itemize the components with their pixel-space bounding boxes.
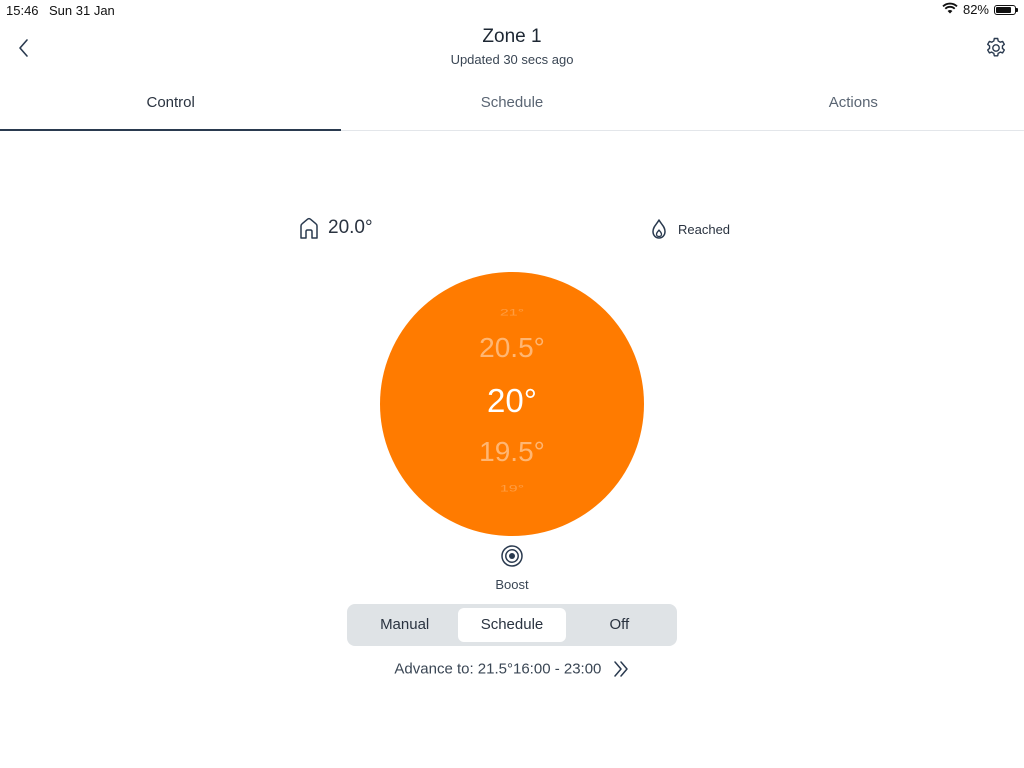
page-title: Zone 1 xyxy=(482,26,542,47)
current-temperature-value: 20.0° xyxy=(328,217,373,238)
last-updated-text: Updated 30 secs ago xyxy=(450,52,574,67)
mode-off-button[interactable]: Off xyxy=(566,608,673,642)
status-time: 15:46 xyxy=(6,3,39,18)
dial-option[interactable]: 19° xyxy=(380,484,644,495)
gear-icon xyxy=(987,37,1005,57)
status-bar: 15:46 Sun 31 Jan 82% xyxy=(0,0,1024,20)
tab-bar: Control Schedule Actions xyxy=(0,80,1024,131)
dial-selected-option[interactable]: 20° xyxy=(380,382,644,420)
current-temperature: 20.0° xyxy=(298,216,373,240)
boost-target-icon xyxy=(501,545,523,567)
temperature-dial[interactable]: 21° 20.5° 20° 19.5° 19° xyxy=(380,272,644,536)
header: Zone 1 Updated 30 secs ago xyxy=(0,20,1024,80)
heating-status-label: Reached xyxy=(678,221,731,237)
dial-option[interactable]: 21° xyxy=(380,308,644,319)
advance-label: Advance to: 21.5°16:00 - 23:00 xyxy=(394,660,602,678)
settings-button[interactable] xyxy=(984,36,1008,60)
dial-option[interactable]: 20.5° xyxy=(380,332,644,364)
battery-percent: 82% xyxy=(962,2,989,17)
dial-option[interactable]: 19.5° xyxy=(380,436,644,468)
mode-selector: Manual Schedule Off xyxy=(347,604,677,646)
advance-button[interactable]: Advance to: 21.5°16:00 - 23:00 xyxy=(0,660,1024,678)
tab-control[interactable]: Control xyxy=(0,80,342,131)
tab-actions[interactable]: Actions xyxy=(683,80,1024,130)
mode-manual-button[interactable]: Manual xyxy=(351,608,458,642)
heating-status: Reached xyxy=(650,218,730,240)
battery-fill xyxy=(996,6,1011,13)
battery-icon xyxy=(994,4,1018,15)
home-icon xyxy=(300,217,318,239)
wifi-icon xyxy=(942,2,958,17)
flame-icon xyxy=(652,219,666,239)
mode-schedule-button[interactable]: Schedule xyxy=(458,608,566,642)
double-chevron-right-icon xyxy=(613,661,628,677)
boost-button[interactable]: Boost xyxy=(482,544,542,592)
boost-label: Boost xyxy=(495,577,529,592)
info-row: 20.0° Reached xyxy=(0,216,1024,246)
status-right-group: 82% xyxy=(942,2,1018,17)
status-date: Sun 31 Jan xyxy=(49,3,115,18)
tab-schedule[interactable]: Schedule xyxy=(341,80,682,130)
